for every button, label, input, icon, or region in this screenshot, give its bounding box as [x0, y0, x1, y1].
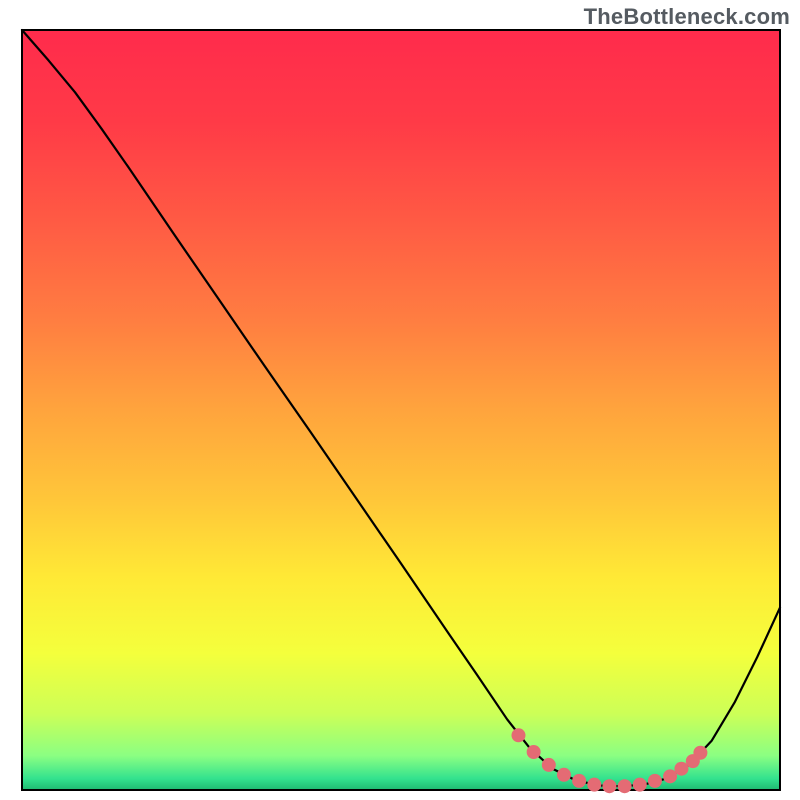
- gradient-background: [22, 30, 780, 790]
- highlight-dot: [618, 779, 632, 793]
- watermark-label: TheBottleneck.com: [584, 4, 790, 30]
- highlight-dot: [527, 745, 541, 759]
- highlight-dot: [511, 728, 525, 742]
- highlight-dot: [542, 758, 556, 772]
- highlight-dot: [572, 774, 586, 788]
- highlight-dot: [633, 778, 647, 792]
- highlight-dot: [557, 768, 571, 782]
- highlight-dot: [587, 778, 601, 792]
- bottleneck-chart: TheBottleneck.com: [0, 0, 800, 800]
- highlight-dot: [693, 746, 707, 760]
- highlight-dot: [674, 762, 688, 776]
- highlight-dot: [648, 774, 662, 788]
- highlight-dot: [602, 779, 616, 793]
- chart-svg: [0, 0, 800, 800]
- highlight-dot: [663, 769, 677, 783]
